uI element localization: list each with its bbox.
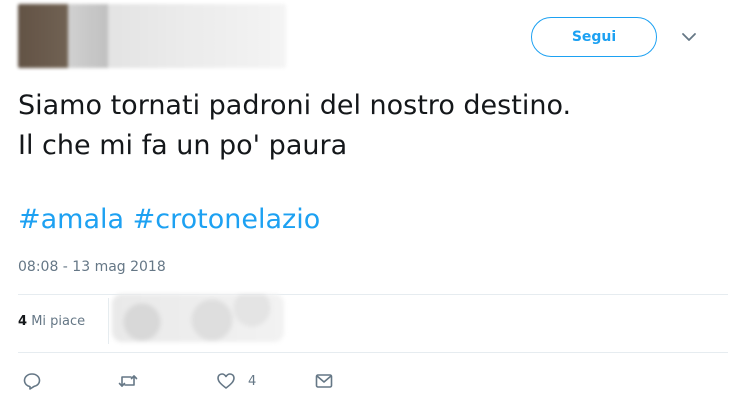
chevron-down-icon[interactable] (680, 28, 698, 46)
tweet-text: Siamo tornati padroni del nostro destino… (18, 86, 718, 166)
like-count: 4 (248, 373, 257, 389)
tweet-line-2: Il che mi fa un po' paura (18, 130, 348, 161)
like-button[interactable]: 4 (216, 370, 256, 392)
retweet-icon (118, 375, 138, 387)
likes-stat[interactable]: 4 Mi piace (18, 314, 85, 329)
likes-separator (108, 298, 109, 344)
hashtag-link-amala[interactable]: #amala (18, 204, 124, 235)
reply-icon (23, 373, 41, 390)
reply-button[interactable] (22, 370, 42, 392)
tweet-timestamp[interactable]: 08:08 - 13 mag 2018 (18, 259, 166, 275)
envelope-icon (315, 374, 333, 388)
hashtags: #amala #crotonelazio (18, 200, 320, 240)
blurred-liker-avatars[interactable] (112, 294, 284, 342)
tweet-actions: 4 (0, 362, 736, 402)
tweet-line-1: Siamo tornati padroni del nostro destino… (18, 90, 572, 121)
blurred-user-info[interactable] (18, 4, 286, 68)
likes-label: Mi piace (31, 314, 86, 329)
follow-button[interactable]: Segui (531, 17, 657, 57)
likes-count: 4 (18, 314, 28, 329)
direct-message-button[interactable] (314, 370, 334, 392)
retweet-button[interactable] (118, 370, 138, 392)
tweet-header: Segui (0, 0, 736, 75)
hashtag-link-crotonelazio[interactable]: #crotonelazio (133, 204, 321, 235)
heart-icon (217, 373, 235, 389)
divider-bottom (18, 352, 728, 353)
